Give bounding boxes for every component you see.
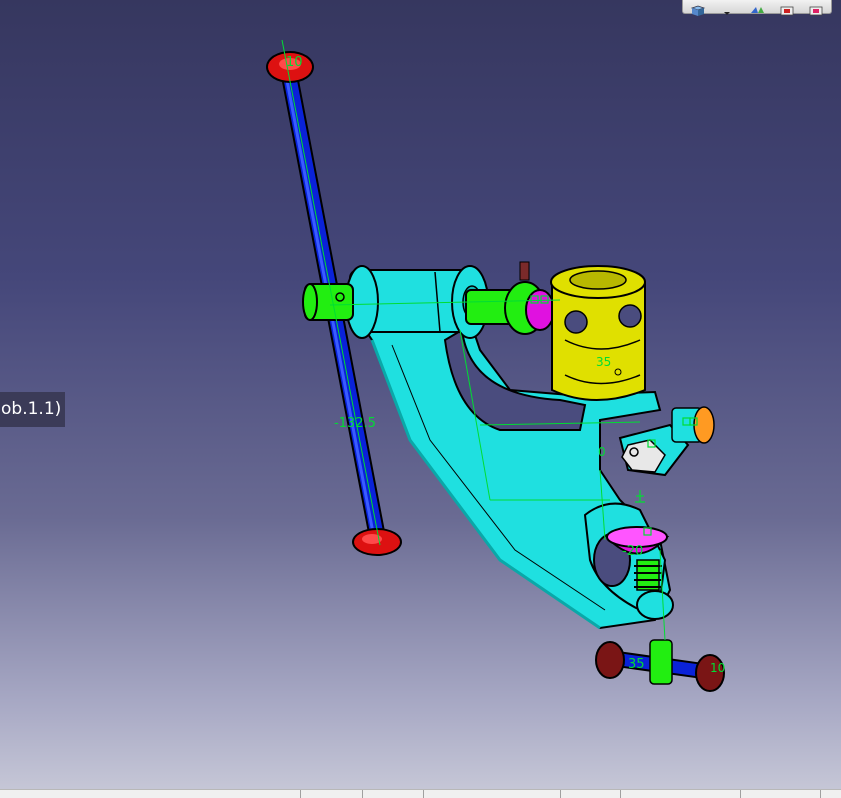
hide-show-icon[interactable]: [778, 1, 796, 16]
3d-viewport[interactable]: 10 -132.5 35 0 -20 35 10: [0, 0, 841, 790]
yellow-bushing[interactable]: [550, 265, 646, 401]
dimension-tie-rod-length[interactable]: -132.5: [334, 416, 376, 431]
view-cube-icon[interactable]: [689, 1, 707, 16]
dimension-right-end[interactable]: 10: [710, 661, 725, 675]
dimension-top-bolt[interactable]: 10: [286, 55, 303, 70]
specification-tree-label[interactable]: ob.1.1): [0, 392, 66, 427]
dimension-ball-joint[interactable]: -20: [622, 544, 643, 559]
dropdown-arrow-icon[interactable]: [718, 1, 736, 15]
render-style-icon[interactable]: [748, 1, 766, 13]
swap-space-icon[interactable]: [807, 1, 825, 16]
left-pivot-pin[interactable]: [302, 283, 354, 321]
knuckle-block[interactable]: [618, 406, 715, 477]
coil-spring[interactable]: [634, 559, 662, 591]
dimension-bushing[interactable]: 35: [596, 355, 611, 369]
suspension-assembly-model[interactable]: 10 -132.5 35 0 -20 35 10: [0, 0, 841, 790]
dimension-knuckle-angle[interactable]: 0: [598, 445, 606, 459]
lower-link[interactable]: [595, 639, 725, 692]
dimension-lower-link[interactable]: 35: [628, 657, 645, 672]
bottom-rod-end-cap[interactable]: [352, 528, 402, 556]
view-toolbar: [682, 0, 832, 16]
